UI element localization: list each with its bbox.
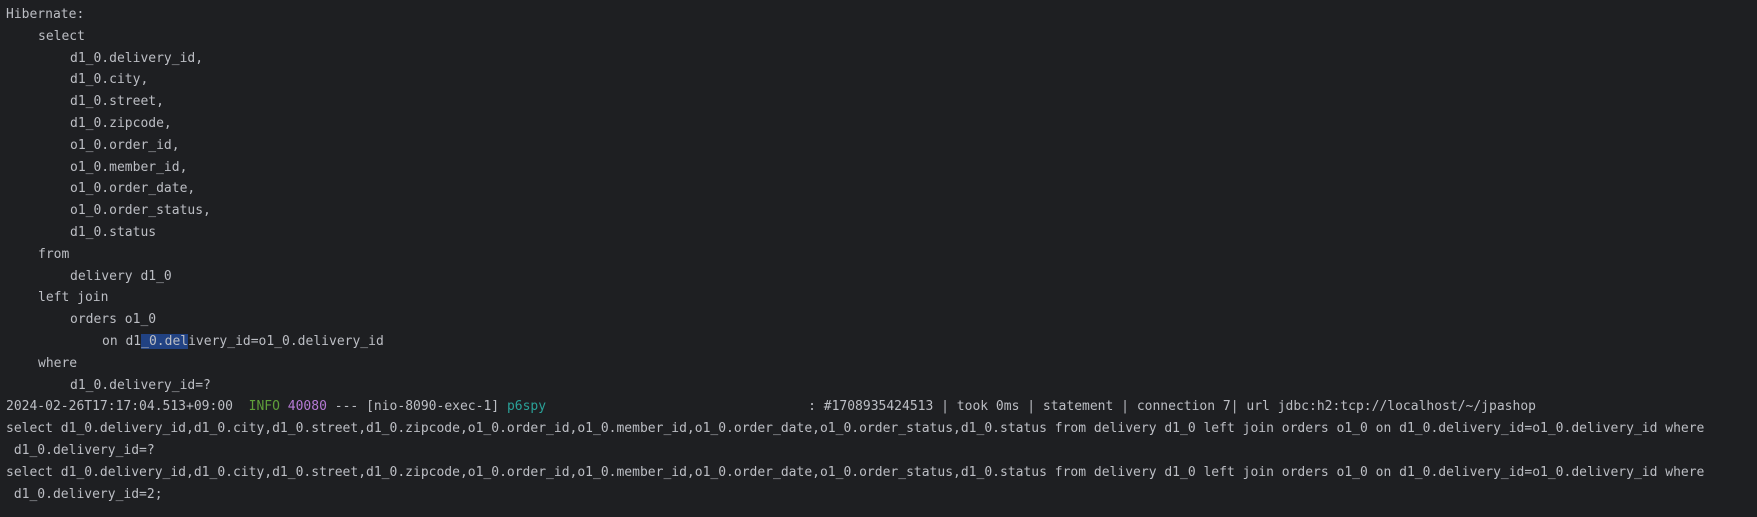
hibernate-header: Hibernate: (6, 7, 85, 22)
log-level: INFO (248, 399, 280, 415)
sql-output-line: d1_0.delivery_id=? (6, 442, 155, 458)
log-timestamp: 2024-02-26T17:17:04.513+09:00 (6, 399, 233, 415)
sql-output-line: select d1_0.delivery_id,d1_0.city,d1_0.s… (6, 464, 1705, 480)
sql-column: d1_0.zipcode, (70, 115, 172, 131)
sql-column: o1_0.member_id, (70, 159, 188, 175)
log-pid: 40080 (287, 399, 327, 415)
log-logger: p6spy (506, 399, 547, 415)
sql-output-line: d1_0.delivery_id=2; (6, 486, 163, 502)
on-clause-prefix: on d1 (102, 333, 142, 349)
sql-where-condition: d1_0.delivery_id=? (70, 377, 211, 393)
log-line: 2024-02-26T17:17:04.513+09:00 INFO 40080… (6, 396, 1757, 418)
sql-join-keyword: left join (38, 290, 109, 306)
sql-column: d1_0.city, (70, 72, 149, 88)
sql-output-line: select d1_0.delivery_id,d1_0.city,d1_0.s… (6, 421, 1705, 437)
log-message: : #1708935424513 | took 0ms | statement … (808, 399, 1536, 415)
on-clause-suffix: ivery_id=o1_0.delivery_id (188, 333, 384, 349)
console-output[interactable]: Hibernate: select d1_0.delivery_id, d1_0… (0, 0, 1757, 517)
sql-from-table: delivery d1_0 (70, 268, 172, 284)
sql-column: o1_0.order_date, (70, 181, 196, 197)
sql-column: d1_0.status (70, 224, 157, 240)
log-separator: --- (334, 399, 359, 415)
sql-column: o1_0.order_status, (70, 203, 211, 219)
sql-select-keyword: select (38, 28, 85, 44)
sql-where-keyword: where (38, 355, 78, 371)
log-thread: [nio-8090-exec-1] (366, 399, 500, 415)
sql-column: d1_0.street, (70, 94, 164, 110)
sql-column: o1_0.order_id, (70, 137, 180, 153)
sql-from-keyword: from (38, 246, 70, 262)
text-selection[interactable]: _0.del (141, 333, 189, 349)
sql-join-table: orders o1_0 (70, 312, 157, 328)
sql-on-clause: on d1_0.delivery_id=o1_0.delivery_id (6, 331, 1757, 353)
sql-column: d1_0.delivery_id, (70, 50, 204, 66)
